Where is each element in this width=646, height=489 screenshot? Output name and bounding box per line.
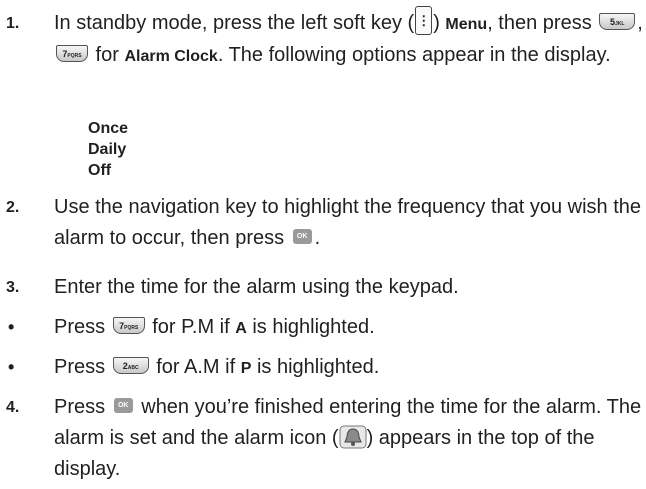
alarm-bell-icon bbox=[339, 425, 367, 449]
step-text: Press OK when you’re finished entering t… bbox=[54, 396, 642, 480]
ok-key-icon: OK bbox=[113, 398, 133, 414]
step-text: In standby mode, press the left soft key… bbox=[54, 6, 644, 72]
alarm-clock-label: Alarm Clock bbox=[124, 48, 218, 65]
highlight-letter: A bbox=[235, 320, 247, 337]
step-number: 1. bbox=[6, 15, 20, 32]
highlight-letter: P bbox=[240, 360, 252, 377]
menu-label: Menu bbox=[445, 16, 488, 33]
option-off: Off bbox=[88, 162, 112, 179]
step-text: Enter the time for the alarm using the k… bbox=[54, 276, 459, 298]
ok-key-icon: OK bbox=[292, 229, 312, 245]
left-softkey-icon: ⋮ bbox=[415, 6, 433, 36]
option-daily: Daily bbox=[88, 141, 127, 158]
bullet-icon: • bbox=[8, 317, 15, 337]
step-number: 3. bbox=[6, 279, 20, 296]
step-text: Use the navigation key to highlight the … bbox=[54, 196, 642, 249]
key-7-icon: 7PQRS bbox=[56, 45, 88, 63]
options-list: Once Daily Off bbox=[88, 118, 128, 181]
key-7-icon: 7PQRS bbox=[112, 317, 145, 335]
option-once: Once bbox=[88, 120, 129, 137]
step-number: 2. bbox=[6, 199, 20, 216]
bullet-icon: • bbox=[8, 357, 15, 377]
key-5-icon: 5JKL bbox=[599, 13, 636, 31]
step-number: 4. bbox=[6, 399, 20, 416]
key-2-icon: 2ABC bbox=[112, 357, 149, 375]
